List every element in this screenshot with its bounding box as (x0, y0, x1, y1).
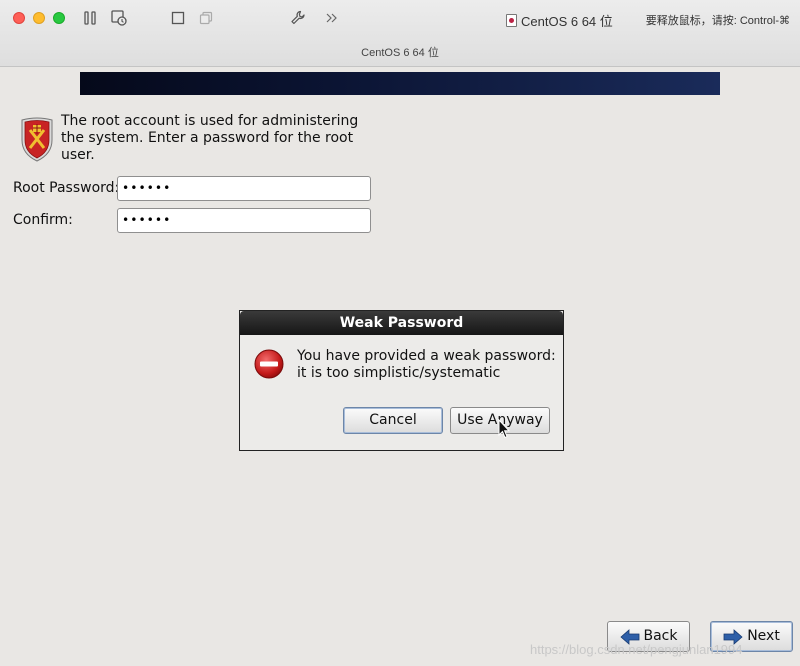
mouse-cursor-icon (498, 418, 511, 439)
mouse-release-hint: 要释放鼠标，请按: Control-⌘ (645, 15, 790, 27)
dialog-message: You have provided a weak password: it is… (297, 348, 556, 381)
back-button[interactable]: Back (607, 621, 690, 652)
installer-banner (80, 72, 720, 95)
window-title: CentOS 6 64 位 (361, 47, 439, 59)
vm-name-indicator: CentOS 6 64 位 (506, 11, 613, 30)
root-account-description: The root account is used for administeri… (61, 113, 359, 163)
next-button[interactable]: Next (710, 621, 793, 652)
fullscreen-icon[interactable] (169, 9, 187, 27)
more-chevrons-icon[interactable] (323, 9, 341, 27)
dialog-title: Weak Password (240, 311, 563, 335)
root-password-input[interactable]: •••••• (117, 176, 371, 201)
close-window-button[interactable] (13, 12, 25, 24)
root-shield-icon (19, 116, 55, 162)
cancel-button[interactable]: Cancel (343, 407, 443, 434)
next-label: Next (747, 628, 780, 644)
next-arrow-icon (723, 628, 743, 645)
confirm-password-input[interactable]: •••••• (117, 208, 371, 233)
unity-icon[interactable] (197, 9, 215, 27)
minimize-window-button[interactable] (33, 12, 45, 24)
snapshot-icon[interactable] (110, 9, 128, 27)
confirm-password-label: Confirm: (13, 212, 73, 228)
root-password-label: Root Password: (13, 180, 120, 196)
back-arrow-icon (619, 628, 640, 645)
back-label: Back (643, 628, 678, 644)
pause-icon[interactable] (81, 9, 99, 27)
host-toolbar: CentOS 6 64 位 要释放鼠标，请按: Control-⌘ CentOS… (0, 0, 800, 67)
maximize-window-button[interactable] (53, 12, 65, 24)
settings-wrench-icon[interactable] (289, 9, 307, 27)
error-stop-icon (254, 349, 284, 379)
weak-password-dialog: Weak Password You have provided a weak p… (239, 310, 564, 451)
vm-document-icon (506, 14, 517, 27)
vm-name-label: CentOS 6 64 位 (521, 14, 613, 29)
